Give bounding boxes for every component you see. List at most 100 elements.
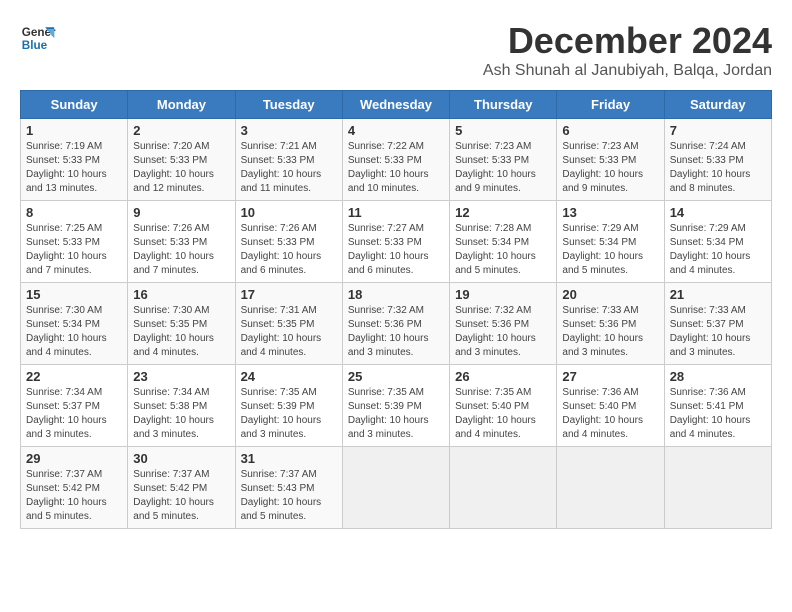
day-number: 8 [26, 205, 122, 220]
calendar-cell [342, 447, 449, 529]
day-info: Sunrise: 7:29 AM Sunset: 5:34 PM Dayligh… [562, 222, 658, 278]
day-info: Sunrise: 7:30 AM Sunset: 5:35 PM Dayligh… [133, 304, 229, 360]
day-number: 6 [562, 123, 658, 138]
calendar-cell [557, 447, 664, 529]
calendar-cell: 8 Sunrise: 7:25 AM Sunset: 5:33 PM Daylig… [21, 201, 128, 283]
calendar-cell: 2Sunrise: 7:20 AM Sunset: 5:33 PM Daylig… [128, 119, 235, 201]
day-number: 26 [455, 369, 551, 384]
day-number: 9 [133, 205, 229, 220]
calendar-cell: 10 Sunrise: 7:26 AM Sunset: 5:33 PM Dayli… [235, 201, 342, 283]
calendar-cell: 5 Sunrise: 7:23 AM Sunset: 5:33 PM Daylig… [450, 119, 557, 201]
calendar-cell: 27 Sunrise: 7:36 AM Sunset: 5:40 PM Dayli… [557, 365, 664, 447]
page-header: General Blue December 2024 Ash Shunah al… [20, 20, 772, 80]
day-number: 20 [562, 287, 658, 302]
day-number: 4 [348, 123, 444, 138]
calendar-cell: 17 Sunrise: 7:31 AM Sunset: 5:35 PM Dayli… [235, 283, 342, 365]
day-number: 3 [241, 123, 337, 138]
day-info: Sunrise: 7:24 AM Sunset: 5:33 PM Dayligh… [670, 140, 766, 196]
calendar-cell: 21 Sunrise: 7:33 AM Sunset: 5:37 PM Dayli… [664, 283, 771, 365]
calendar-week-2: 8 Sunrise: 7:25 AM Sunset: 5:33 PM Daylig… [21, 201, 772, 283]
day-number: 14 [670, 205, 766, 220]
day-number: 10 [241, 205, 337, 220]
calendar-cell: 29 Sunrise: 7:37 AM Sunset: 5:42 PM Dayli… [21, 447, 128, 529]
day-number: 5 [455, 123, 551, 138]
day-info: Sunrise: 7:37 AM Sunset: 5:42 PM Dayligh… [133, 468, 229, 524]
day-info: Sunrise: 7:35 AM Sunset: 5:40 PM Dayligh… [455, 386, 551, 442]
day-number: 27 [562, 369, 658, 384]
day-number: 1 [26, 123, 122, 138]
calendar-cell: 6 Sunrise: 7:23 AM Sunset: 5:33 PM Daylig… [557, 119, 664, 201]
header-saturday: Saturday [664, 91, 771, 119]
day-number: 17 [241, 287, 337, 302]
svg-text:Blue: Blue [22, 39, 48, 52]
calendar-week-1: 1 Sunrise: 7:19 AM Sunset: 5:33 PM Daylig… [21, 119, 772, 201]
calendar-week-4: 22 Sunrise: 7:34 AM Sunset: 5:37 PM Dayli… [21, 365, 772, 447]
day-number: 7 [670, 123, 766, 138]
day-info: Sunrise: 7:23 AM Sunset: 5:33 PM Dayligh… [455, 140, 551, 196]
calendar-header-row: SundayMondayTuesdayWednesdayThursdayFrid… [21, 91, 772, 119]
day-info: Sunrise: 7:36 AM Sunset: 5:40 PM Dayligh… [562, 386, 658, 442]
header-wednesday: Wednesday [342, 91, 449, 119]
header-thursday: Thursday [450, 91, 557, 119]
header-friday: Friday [557, 91, 664, 119]
day-number: 12 [455, 205, 551, 220]
calendar-cell: 22 Sunrise: 7:34 AM Sunset: 5:37 PM Dayli… [21, 365, 128, 447]
day-info: Sunrise: 7:27 AM Sunset: 5:33 PM Dayligh… [348, 222, 444, 278]
calendar-cell: 19Sunrise: 7:32 AM Sunset: 5:36 PM Dayli… [450, 283, 557, 365]
title-section: December 2024 Ash Shunah al Janubiyah, B… [483, 20, 772, 80]
day-info: Sunrise: 7:31 AM Sunset: 5:35 PM Dayligh… [241, 304, 337, 360]
calendar-cell: 13 Sunrise: 7:29 AM Sunset: 5:34 PM Dayli… [557, 201, 664, 283]
day-info: Sunrise: 7:37 AM Sunset: 5:43 PM Dayligh… [241, 468, 337, 524]
day-info: Sunrise: 7:32 AM Sunset: 5:36 PM Dayligh… [348, 304, 444, 360]
calendar-cell: 24 Sunrise: 7:35 AM Sunset: 5:39 PM Dayli… [235, 365, 342, 447]
day-info: Sunrise: 7:25 AM Sunset: 5:33 PM Dayligh… [26, 222, 122, 278]
day-info: Sunrise: 7:34 AM Sunset: 5:38 PM Dayligh… [133, 386, 229, 442]
calendar-cell [664, 447, 771, 529]
calendar-cell: 12 Sunrise: 7:28 AM Sunset: 5:34 PM Dayli… [450, 201, 557, 283]
logo-icon: General Blue [20, 20, 56, 56]
calendar-cell: 7 Sunrise: 7:24 AM Sunset: 5:33 PM Daylig… [664, 119, 771, 201]
day-number: 31 [241, 451, 337, 466]
calendar-cell: 4Sunrise: 7:22 AM Sunset: 5:33 PM Daylig… [342, 119, 449, 201]
day-info: Sunrise: 7:35 AM Sunset: 5:39 PM Dayligh… [348, 386, 444, 442]
logo: General Blue [20, 20, 56, 56]
day-number: 13 [562, 205, 658, 220]
calendar-cell: 28 Sunrise: 7:36 AM Sunset: 5:41 PM Dayli… [664, 365, 771, 447]
calendar-cell: 1 Sunrise: 7:19 AM Sunset: 5:33 PM Daylig… [21, 119, 128, 201]
day-info: Sunrise: 7:34 AM Sunset: 5:37 PM Dayligh… [26, 386, 122, 442]
day-info: Sunrise: 7:23 AM Sunset: 5:33 PM Dayligh… [562, 140, 658, 196]
calendar-cell: 20 Sunrise: 7:33 AM Sunset: 5:36 PM Dayli… [557, 283, 664, 365]
day-info: Sunrise: 7:36 AM Sunset: 5:41 PM Dayligh… [670, 386, 766, 442]
day-info: Sunrise: 7:26 AM Sunset: 5:33 PM Dayligh… [133, 222, 229, 278]
day-number: 18 [348, 287, 444, 302]
day-info: Sunrise: 7:33 AM Sunset: 5:36 PM Dayligh… [562, 304, 658, 360]
day-info: Sunrise: 7:37 AM Sunset: 5:42 PM Dayligh… [26, 468, 122, 524]
day-number: 25 [348, 369, 444, 384]
day-info: Sunrise: 7:26 AM Sunset: 5:33 PM Dayligh… [241, 222, 337, 278]
day-number: 21 [670, 287, 766, 302]
month-title: December 2024 [483, 20, 772, 62]
calendar-cell: 23Sunrise: 7:34 AM Sunset: 5:38 PM Dayli… [128, 365, 235, 447]
calendar-cell: 16 Sunrise: 7:30 AM Sunset: 5:35 PM Dayli… [128, 283, 235, 365]
day-info: Sunrise: 7:28 AM Sunset: 5:34 PM Dayligh… [455, 222, 551, 278]
day-number: 29 [26, 451, 122, 466]
day-info: Sunrise: 7:32 AM Sunset: 5:36 PM Dayligh… [455, 304, 551, 360]
calendar-week-5: 29 Sunrise: 7:37 AM Sunset: 5:42 PM Dayli… [21, 447, 772, 529]
calendar-cell: 30Sunrise: 7:37 AM Sunset: 5:42 PM Dayli… [128, 447, 235, 529]
day-info: Sunrise: 7:35 AM Sunset: 5:39 PM Dayligh… [241, 386, 337, 442]
day-info: Sunrise: 7:33 AM Sunset: 5:37 PM Dayligh… [670, 304, 766, 360]
day-info: Sunrise: 7:19 AM Sunset: 5:33 PM Dayligh… [26, 140, 122, 196]
calendar-cell: 25 Sunrise: 7:35 AM Sunset: 5:39 PM Dayli… [342, 365, 449, 447]
day-number: 16 [133, 287, 229, 302]
calendar-cell: 18 Sunrise: 7:32 AM Sunset: 5:36 PM Dayli… [342, 283, 449, 365]
day-number: 28 [670, 369, 766, 384]
day-number: 15 [26, 287, 122, 302]
day-number: 24 [241, 369, 337, 384]
calendar-cell: 31 Sunrise: 7:37 AM Sunset: 5:43 PM Dayli… [235, 447, 342, 529]
day-number: 22 [26, 369, 122, 384]
calendar-table: SundayMondayTuesdayWednesdayThursdayFrid… [20, 90, 772, 529]
calendar-cell: 15Sunrise: 7:30 AM Sunset: 5:34 PM Dayli… [21, 283, 128, 365]
calendar-cell: 3Sunrise: 7:21 AM Sunset: 5:33 PM Daylig… [235, 119, 342, 201]
location-title: Ash Shunah al Janubiyah, Balqa, Jordan [483, 62, 772, 80]
day-info: Sunrise: 7:29 AM Sunset: 5:34 PM Dayligh… [670, 222, 766, 278]
